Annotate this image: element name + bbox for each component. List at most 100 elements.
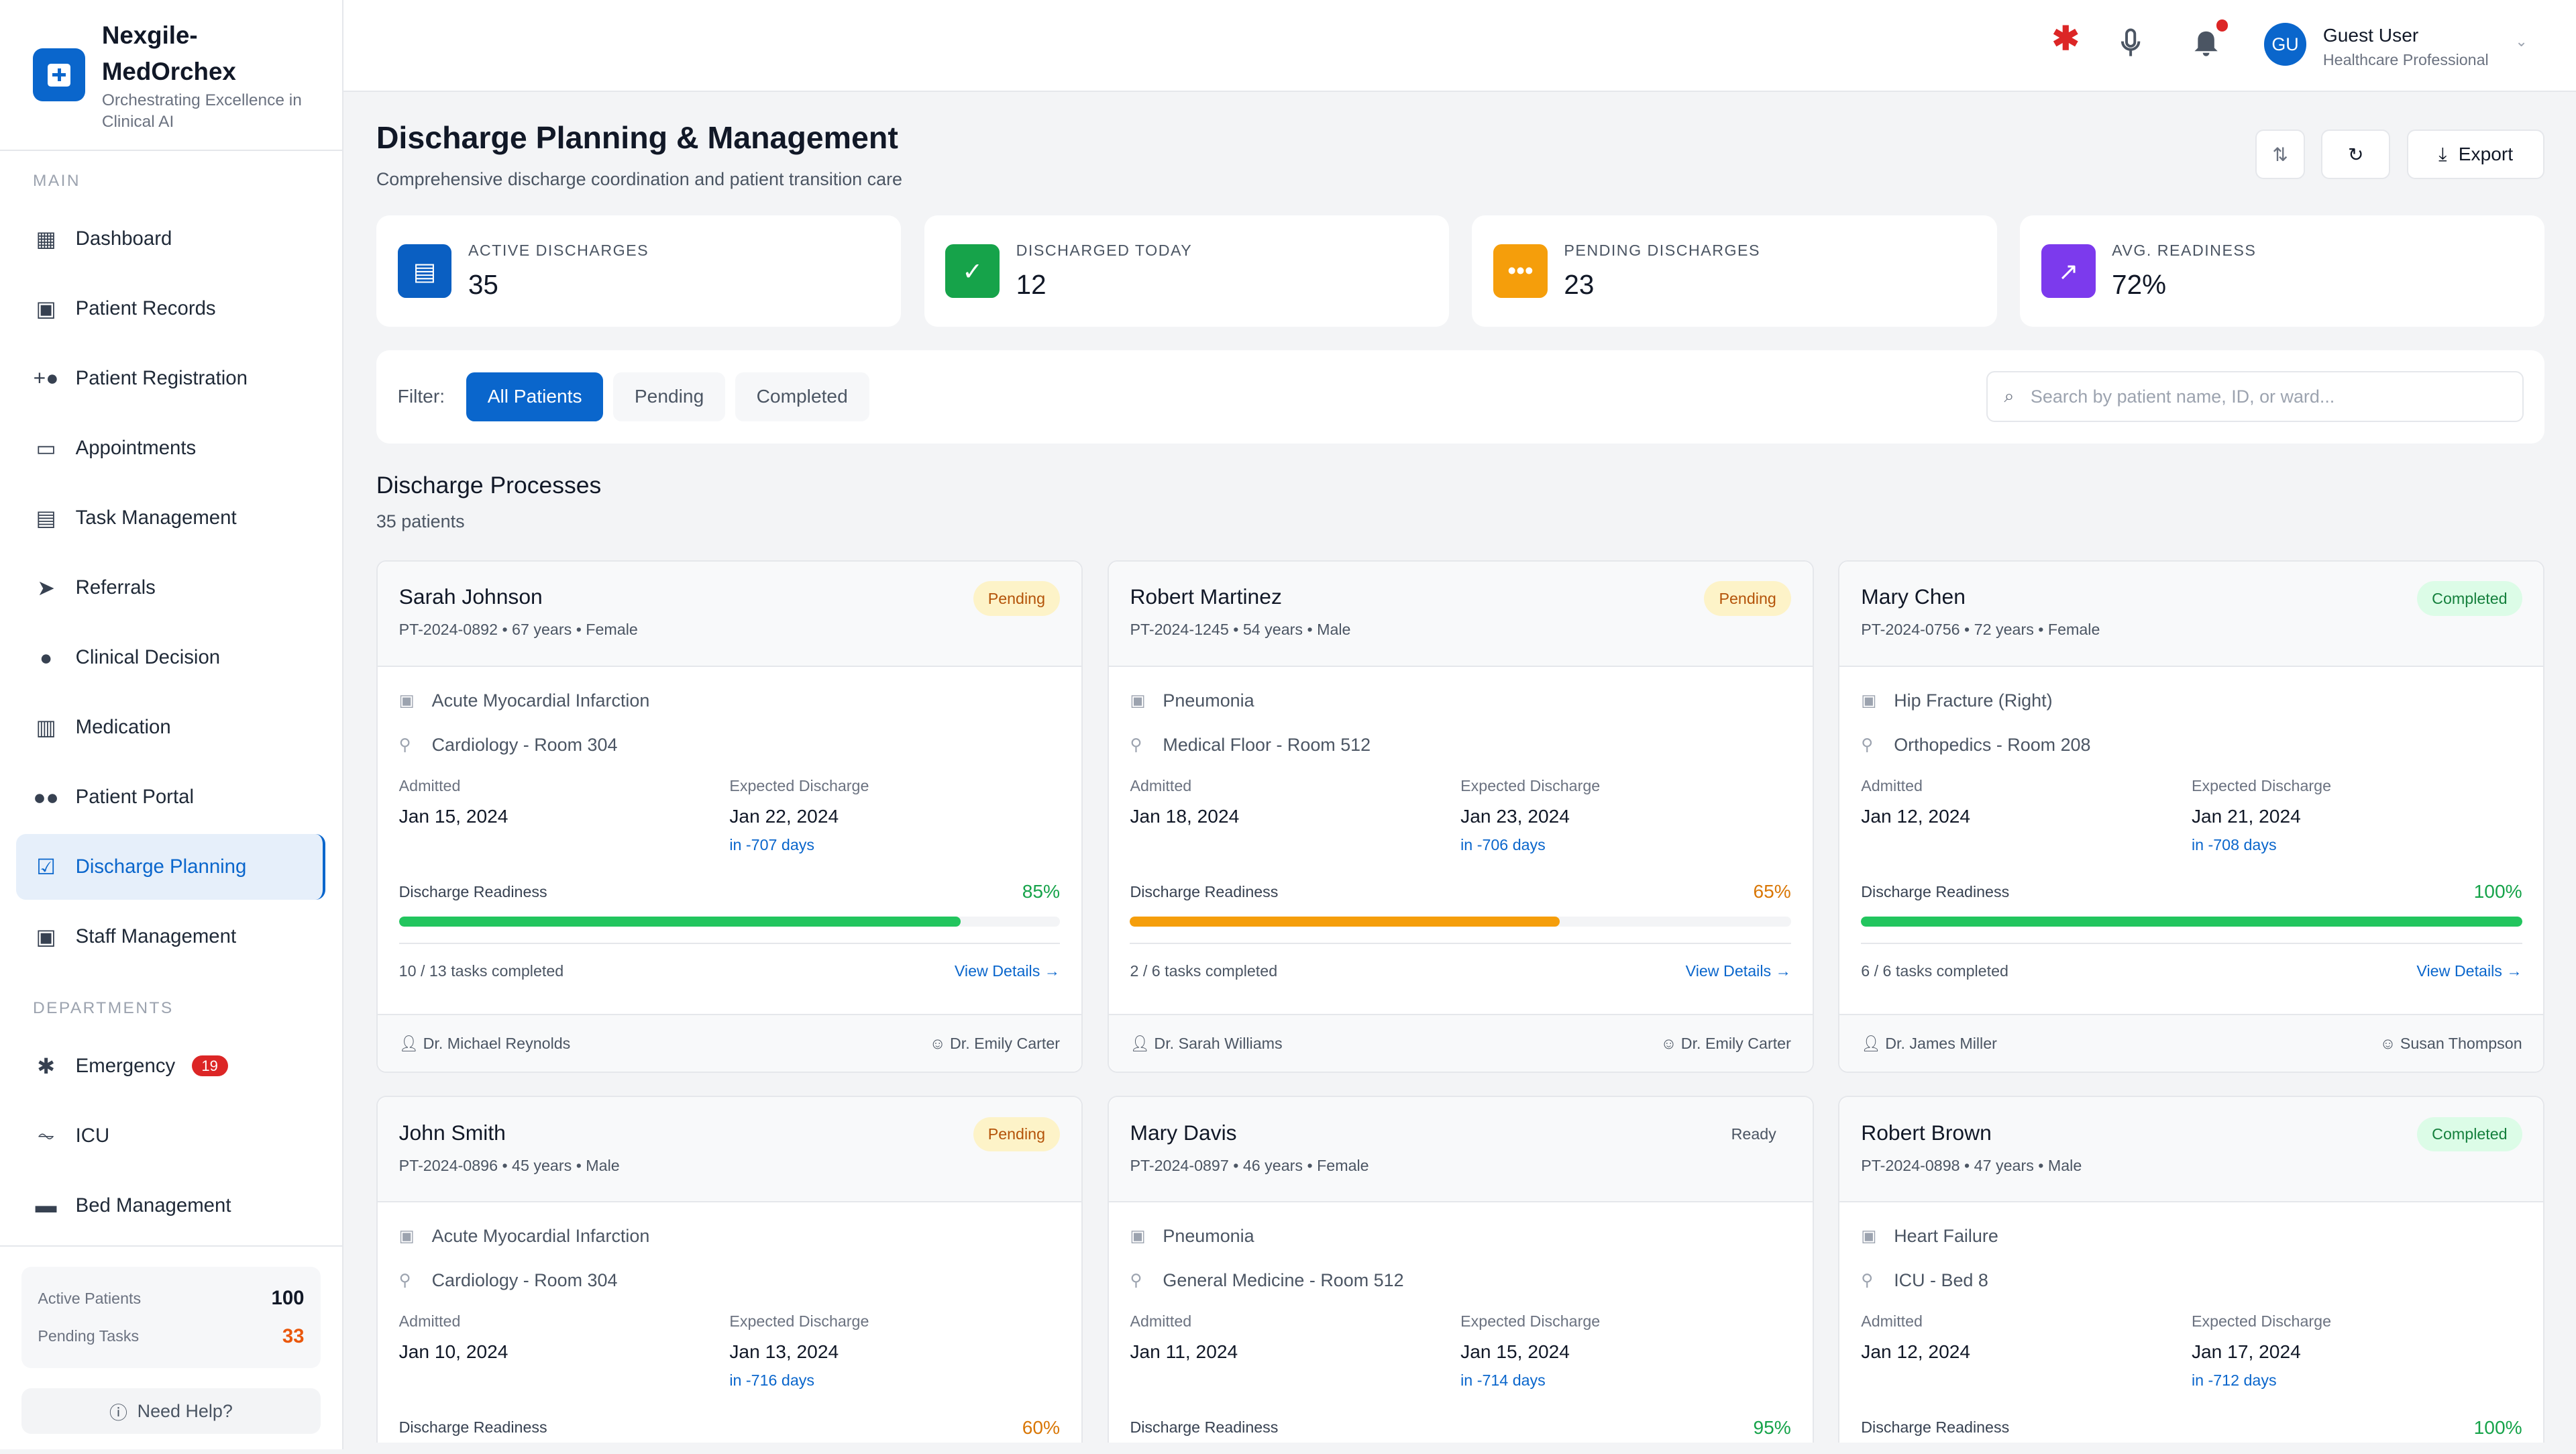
active-patients-value: 100 (271, 1287, 305, 1310)
readiness-row: Discharge Readiness 100% (1861, 1416, 2522, 1439)
patient-name[interactable]: Robert Martinez (1130, 584, 1790, 609)
location-pin-icon: ⚲ (398, 736, 411, 755)
readiness-row: Discharge Readiness 65% (1130, 880, 1790, 903)
filter-label: Filter: (397, 386, 445, 407)
filter-completed[interactable]: Completed (735, 372, 869, 422)
readiness-progress-fill (1861, 916, 2522, 927)
bed-icon: ▬ (35, 1193, 57, 1218)
admitted-label: Admitted (1130, 1312, 1192, 1331)
readiness-label: Discharge Readiness (398, 1418, 547, 1437)
search-input[interactable]: ⌕ Search by patient name, ID, or ward... (1986, 371, 2524, 423)
card-body: ▣ Pneumonia ⚲ Medical Floor - Room 512 Admit… (1109, 690, 1813, 1005)
admitted-label: Admitted (1130, 776, 1192, 794)
sidebar-item-clinical-decision[interactable]: ● Clinical Decision (0, 623, 342, 692)
medication-icon: ▥ (36, 715, 56, 740)
patient-meta: PT-2024-0756 • 72 years • Female (1861, 621, 2100, 639)
diagnosis: Pneumonia (1163, 1225, 1254, 1246)
trending-up-icon: ↗ (2041, 244, 2096, 299)
readiness-row: Discharge Readiness 95% (1130, 1416, 1790, 1439)
sidebar-item-icu[interactable]: ⏦ ICU (0, 1101, 342, 1171)
sidebar-item-patient-registration[interactable]: +● Patient Registration (0, 344, 342, 413)
discharge-coordinator-group: ☺ Susan Thompson (2380, 1035, 2522, 1053)
discharge-coordinator: Susan Thompson (2400, 1034, 2522, 1052)
patient-name[interactable]: Sarah Johnson (399, 584, 1060, 609)
patient-name[interactable]: Mary Davis (1130, 1121, 1790, 1145)
sidebar-item-patient-portal[interactable]: ●● Patient Portal (0, 762, 342, 832)
expected-discharge-date: Jan 23, 2024 (1460, 805, 1570, 827)
export-button[interactable]: ⤓ Export (2406, 129, 2545, 179)
readiness-label: Discharge Readiness (1130, 882, 1279, 900)
expected-discharge-label: Expected Discharge (1460, 776, 1601, 794)
sidebar-item-patient-records[interactable]: ▣ Patient Records (0, 274, 342, 344)
sidebar-item-referrals[interactable]: ➤ Referrals (0, 553, 342, 623)
tasks-completed: 10 / 13 tasks completed (398, 962, 564, 980)
card-body: ▣ Acute Myocardial Infarction ⚲ Cardiology … (378, 1225, 1081, 1439)
sidebar-item-label: Emergency (75, 1054, 176, 1077)
kpi-row: ▤ ACTIVE DISCHARGES 35 ✓ DISCHARGED TODAY 12 •… (376, 215, 2545, 327)
dates: Admitted Jan 18, 2024 Expected Discharge Ja… (1130, 777, 1790, 854)
status-badge: Pending (973, 1117, 1061, 1152)
location: General Medicine - Room 512 (1163, 1269, 1404, 1290)
readiness-percent: 100% (2473, 1416, 2522, 1438)
admitted-label: Admitted (398, 1312, 461, 1331)
location-pin-icon: ⚲ (1130, 736, 1142, 755)
sidebar-item-emergency[interactable]: ✱ Emergency 19 (0, 1031, 342, 1101)
view-details-link[interactable]: View Details → (1686, 962, 1791, 1005)
sync-disabled-button[interactable]: ⇅ (2255, 129, 2305, 179)
view-details-link[interactable]: View Details → (2416, 962, 2522, 1005)
sidebar-item-label: Medication (75, 716, 171, 739)
expected-discharge-date: Jan 22, 2024 (729, 805, 839, 827)
card-body: ▣ Acute Myocardial Infarction ⚲ Cardiology … (378, 690, 1081, 1005)
location-row: ⚲ Cardiology - Room 304 (399, 734, 1060, 756)
sidebar-item-label: ICU (75, 1124, 110, 1147)
sidebar-item-medication[interactable]: ▥ Medication (0, 692, 342, 762)
sidebar-item-label: Task Management (75, 506, 237, 529)
patient-card: Mary Chen PT-2024-0756 • 72 years • Femal… (1838, 560, 2545, 1074)
kpi-card: ••• PENDING DISCHARGES 23 (1472, 215, 1997, 327)
clipboard-check-icon: ☑ (36, 855, 56, 880)
admitted-date: Jan 12, 2024 (1861, 805, 1971, 827)
kpi-value: 23 (1564, 269, 1595, 301)
readiness-progress-fill (398, 916, 961, 927)
readiness-label: Discharge Readiness (1130, 1418, 1279, 1437)
sidebar-item-task-management[interactable]: ▤ Task Management (0, 483, 342, 553)
expected-discharge-date: Jan 13, 2024 (729, 1341, 839, 1362)
diagnosis: Pneumonia (1163, 690, 1254, 711)
status-badge: Ready (1731, 1125, 1776, 1143)
kpi-label: DISCHARGED TODAY (1016, 241, 1193, 259)
medical-bag-icon: ▣ (1861, 1227, 1877, 1246)
kpi-card: ▤ ACTIVE DISCHARGES 35 (376, 215, 902, 327)
sidebar-item-dashboard[interactable]: ▦ Dashboard (0, 204, 342, 274)
calendar-icon: ▭ (36, 435, 56, 460)
sidebar-item-discharge-planning[interactable]: ☑ Discharge Planning (16, 834, 326, 900)
card-header: Sarah Johnson PT-2024-0892 • 67 years • F… (377, 562, 1081, 667)
filter-all-patients[interactable]: All Patients (466, 372, 604, 422)
card-footer: 👤︎ Dr. James Miller ☺ Susan Thompson (1839, 1014, 2544, 1072)
readiness-progress-bar (1130, 916, 1791, 927)
card-header: Robert Brown PT-2024-0898 • 47 years • Ma… (1839, 1097, 2544, 1203)
kpi-label: PENDING DISCHARGES (1564, 241, 1760, 259)
sidebar-item-bed-management[interactable]: ▬ Bed Management (0, 1171, 342, 1241)
need-help-button[interactable]: ⓘ Need Help? (21, 1388, 321, 1435)
person-icon: 👤︎ (398, 1035, 423, 1053)
expected-discharge-label: Expected Discharge (2191, 776, 2332, 794)
sidebar-item-label: Patient Registration (75, 366, 248, 389)
readiness-progress-fill (1130, 916, 1560, 927)
help-icon: ⓘ (109, 1402, 127, 1423)
expected-discharge-date: Jan 15, 2024 (1460, 1341, 1570, 1362)
view-details-link[interactable]: View Details → (955, 962, 1060, 1005)
filter-pending[interactable]: Pending (613, 372, 726, 422)
kpi-card: ↗ AVG. READINESS 72% (2020, 215, 2545, 327)
main-content: Discharge Planning & Management Comprehe… (376, 0, 2545, 1449)
brand-name-line1: Nexgile- (101, 21, 198, 49)
location-row: ⚲ Medical Floor - Room 512 (1130, 734, 1790, 756)
patient-meta: PT-2024-0897 • 46 years • Female (1130, 1156, 1369, 1174)
card-body: ▣ Hip Fracture (Right) ⚲ Orthopedics - Room… (1839, 690, 2543, 1005)
patient-name[interactable]: John Smith (399, 1121, 1060, 1145)
patient-count: 35 patients (376, 511, 465, 531)
sidebar-item-appointments[interactable]: ▭ Appointments (0, 413, 342, 483)
refresh-button[interactable]: ↻ (2321, 129, 2391, 179)
sidebar-item-staff-management[interactable]: ▣ Staff Management (0, 902, 342, 972)
patient-meta: PT-2024-0896 • 45 years • Male (398, 1156, 620, 1174)
pending-tasks-value: 33 (282, 1325, 305, 1347)
